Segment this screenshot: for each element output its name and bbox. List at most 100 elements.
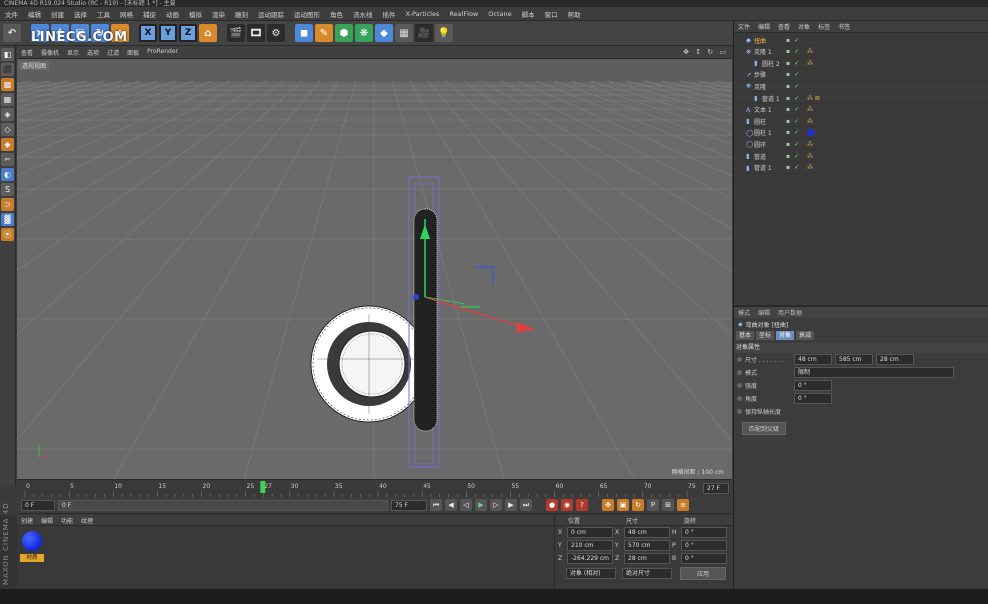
- attribute-tab[interactable]: 坐标: [756, 331, 775, 340]
- menu-item[interactable]: 网格: [115, 9, 138, 19]
- visibility-check-icon[interactable]: ▪ ✓: [786, 141, 800, 148]
- attribute-value-field[interactable]: 限制: [794, 367, 954, 378]
- material-swatch[interactable]: 材质: [20, 530, 44, 562]
- menu-item[interactable]: 角色: [325, 9, 348, 19]
- object-tag-icon[interactable]: ⁂: [807, 60, 813, 67]
- visibility-check-icon[interactable]: ▪ ✓: [786, 83, 800, 90]
- object-menu-item[interactable]: 对象: [794, 22, 814, 31]
- keyframe-dot-icon[interactable]: [737, 396, 742, 401]
- object-row[interactable]: ▮ 管道 1 ▪ ✓ ⁂ ⊠: [734, 93, 988, 104]
- attribute-tab[interactable]: 对象: [776, 331, 795, 340]
- material-menu-item[interactable]: 功能: [57, 516, 77, 525]
- visibility-check-icon[interactable]: ▪ ✓: [786, 71, 800, 78]
- prev-key-icon[interactable]: ◀: [445, 499, 457, 511]
- key-scale-icon[interactable]: ▣: [617, 499, 629, 511]
- object-tag-icon[interactable]: ⁂: [807, 141, 813, 148]
- attribute-menu-item[interactable]: 模式: [734, 308, 754, 317]
- object-tag-icon[interactable]: ⁂: [807, 153, 813, 160]
- object-row[interactable]: ◯ 圆环 ▪ ✓ ⁂: [734, 139, 988, 151]
- viewport-menu-item[interactable]: ProRender: [143, 48, 182, 57]
- preview-range-slider[interactable]: 0 F: [58, 499, 388, 511]
- key-position-icon[interactable]: ✥: [602, 499, 614, 511]
- keyframe-dot-icon[interactable]: [737, 357, 742, 362]
- pen-spline-icon[interactable]: ✎: [315, 24, 333, 42]
- object-tag-icon[interactable]: ⁂ ⊠: [807, 95, 820, 102]
- key-rotation-icon[interactable]: ↻: [632, 499, 644, 511]
- menu-item[interactable]: 脚本: [517, 9, 540, 19]
- object-tag-icon[interactable]: ⁂: [807, 164, 813, 171]
- edges-mode-icon[interactable]: ◇: [1, 123, 14, 136]
- menu-item[interactable]: X-Particles: [401, 10, 445, 18]
- lock-workplane-icon[interactable]: ⦿: [1, 228, 14, 241]
- workplane-icon[interactable]: ▦: [1, 93, 14, 106]
- object-name[interactable]: 圆柱 2: [762, 59, 780, 68]
- menu-item[interactable]: 渲染: [207, 9, 230, 19]
- visibility-check-icon[interactable]: ▪ ✓: [786, 164, 800, 171]
- next-key-icon[interactable]: ▶: [505, 499, 517, 511]
- object-name[interactable]: 文本 1: [754, 105, 772, 114]
- keyframe-dot-icon[interactable]: [737, 383, 742, 388]
- play-icon[interactable]: ▶: [475, 499, 487, 511]
- coord-value-field[interactable]: 48 cm: [624, 527, 670, 538]
- visibility-check-icon[interactable]: ▪ ✓: [786, 153, 800, 160]
- deformer-icon[interactable]: ◆: [375, 24, 393, 42]
- coordinate-system-icon[interactable]: ⌂: [199, 24, 217, 42]
- object-name[interactable]: 克隆 1: [754, 47, 772, 56]
- key-pla-icon[interactable]: ⊞: [662, 499, 674, 511]
- floor-icon[interactable]: ▦: [395, 24, 413, 42]
- coord-value-field[interactable]: 570 cm: [624, 540, 670, 551]
- render-view-icon[interactable]: 🎬: [227, 24, 245, 42]
- coord-mode-select[interactable]: 对象 (相对): [566, 568, 616, 579]
- coord-value-field[interactable]: -264.229 cm: [567, 553, 613, 564]
- object-menu-item[interactable]: 查看: [774, 22, 794, 31]
- viewport-menu-item[interactable]: 摄像机: [37, 48, 63, 57]
- timeline-ruler[interactable]: 0 5 10 15 20 25 27 30 35 40 45 50 55 60 65 70 75 27 F: [17, 479, 732, 497]
- attribute-menu-item[interactable]: 编辑: [754, 308, 774, 317]
- menu-item[interactable]: 雕刻: [230, 9, 253, 19]
- soft-selection-icon[interactable]: ▓: [1, 213, 14, 226]
- goto-start-icon[interactable]: ⏮: [430, 499, 442, 511]
- attribute-value-field[interactable]: 585 cm: [835, 354, 873, 365]
- menu-item[interactable]: 运动图形: [289, 9, 325, 19]
- object-menu-item[interactable]: 编辑: [754, 22, 774, 31]
- attribute-value-field[interactable]: 28 cm: [876, 354, 914, 365]
- material-menu-item[interactable]: 创建: [17, 516, 37, 525]
- render-settings-icon[interactable]: ⚙: [267, 24, 285, 42]
- object-row[interactable]: ▮ 圆柱 2 ▪ ✓ ⁂: [734, 58, 988, 70]
- object-menu-item[interactable]: 标签: [814, 22, 834, 31]
- y-axis-lock-button[interactable]: Y: [159, 24, 177, 42]
- visibility-check-icon[interactable]: ▪ ✓: [786, 95, 800, 102]
- keyframe-selection-icon[interactable]: ?: [576, 499, 588, 511]
- material-menu-item[interactable]: 纹理: [77, 516, 97, 525]
- coord-value-field[interactable]: 0 °: [681, 553, 727, 564]
- coord-value-field[interactable]: 0 cm: [567, 527, 613, 538]
- subdivision-icon[interactable]: ⬢: [335, 24, 353, 42]
- menu-item[interactable]: 文件: [0, 9, 23, 19]
- snap-icon[interactable]: S: [1, 183, 14, 196]
- attribute-tab[interactable]: 衰减: [796, 331, 815, 340]
- start-frame-field[interactable]: 0 F: [21, 499, 55, 511]
- material-menu-item[interactable]: 编辑: [37, 516, 57, 525]
- prev-frame-icon[interactable]: ◁: [460, 499, 472, 511]
- visibility-check-icon[interactable]: ▪ ✓: [786, 118, 800, 125]
- viewport-menu-item[interactable]: 显示: [63, 48, 83, 57]
- magnet-icon[interactable]: ⊃: [1, 198, 14, 211]
- z-axis-lock-button[interactable]: Z: [179, 24, 197, 42]
- coord-value-field[interactable]: 0 °: [681, 527, 727, 538]
- visibility-check-icon[interactable]: ▪ ✓: [786, 37, 800, 44]
- attribute-value-field[interactable]: 48 cm: [794, 354, 832, 365]
- object-tag-icon[interactable]: ●: [807, 128, 815, 138]
- viewport-nav-icons[interactable]: ✥ ↕ ↻ ▭: [683, 48, 732, 56]
- menu-item[interactable]: 编辑: [23, 9, 46, 19]
- object-name[interactable]: 克隆: [754, 82, 766, 91]
- goto-end-icon[interactable]: ⏭: [520, 499, 532, 511]
- object-tag-icon[interactable]: ⁂: [807, 48, 813, 55]
- visibility-check-icon[interactable]: ▪ ✓: [786, 60, 800, 67]
- object-name[interactable]: 扭曲: [754, 36, 766, 45]
- coord-value-field[interactable]: 210 cm: [567, 540, 613, 551]
- x-axis-lock-button[interactable]: X: [139, 24, 157, 42]
- perspective-viewport[interactable]: 透视视图 网格间距 : 100 cm: [17, 59, 732, 479]
- object-name[interactable]: 圆柱 1: [754, 128, 772, 137]
- object-name[interactable]: 管道 1: [754, 163, 772, 172]
- menu-item[interactable]: 帮助: [563, 9, 586, 19]
